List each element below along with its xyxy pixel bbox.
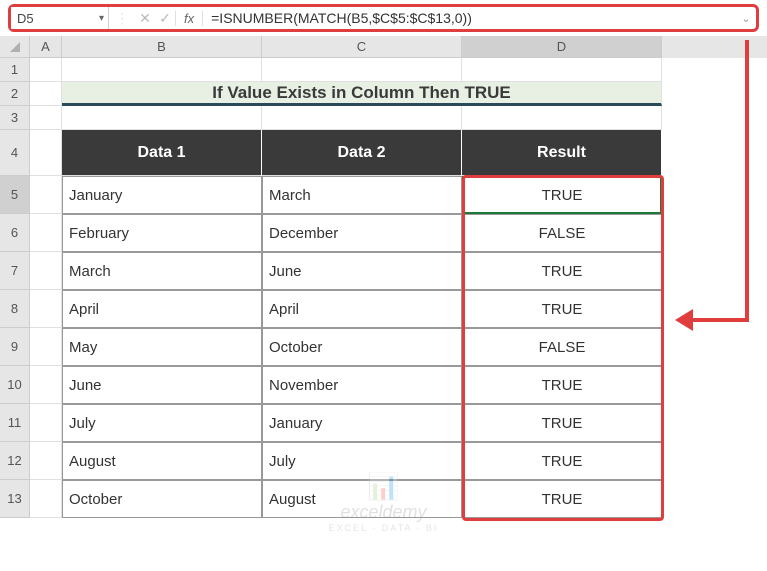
cell-C7[interactable]: June bbox=[262, 252, 462, 290]
row-header-1[interactable]: 1 bbox=[0, 58, 30, 82]
cell-D13[interactable]: TRUE bbox=[462, 480, 662, 518]
col-header-B[interactable]: B bbox=[62, 36, 262, 58]
cell-C1[interactable] bbox=[262, 58, 462, 82]
cell-C9[interactable]: October bbox=[262, 328, 462, 366]
cell-D11[interactable]: TRUE bbox=[462, 404, 662, 442]
cell-A4[interactable] bbox=[30, 130, 62, 176]
cell-D10[interactable]: TRUE bbox=[462, 366, 662, 404]
row-header-10[interactable]: 10 bbox=[0, 366, 30, 404]
cell-B12[interactable]: August bbox=[62, 442, 262, 480]
cell-C6[interactable]: December bbox=[262, 214, 462, 252]
cell-B13[interactable]: October bbox=[62, 480, 262, 518]
annotation-arrow-vertical bbox=[745, 40, 749, 320]
cell-B1[interactable] bbox=[62, 58, 262, 82]
cancel-icon[interactable]: ✕ bbox=[135, 10, 155, 27]
cell-D6[interactable]: FALSE bbox=[462, 214, 662, 252]
col-header-D[interactable]: D bbox=[462, 36, 662, 58]
fx-button[interactable]: fx bbox=[175, 11, 203, 26]
cell-D5[interactable]: TRUE bbox=[462, 176, 662, 214]
cell-D8[interactable]: TRUE bbox=[462, 290, 662, 328]
name-box[interactable]: D5 ▾ bbox=[11, 7, 109, 29]
cell-B3[interactable] bbox=[62, 106, 262, 130]
header-result[interactable]: Result bbox=[462, 130, 662, 176]
cell-A1[interactable] bbox=[30, 58, 62, 82]
row-header-13[interactable]: 13 bbox=[0, 480, 30, 518]
cell-A8[interactable] bbox=[30, 290, 62, 328]
header-data2[interactable]: Data 2 bbox=[262, 130, 462, 176]
row-header-9[interactable]: 9 bbox=[0, 328, 30, 366]
annotation-arrow-head-icon bbox=[675, 309, 693, 331]
cell-D7[interactable]: TRUE bbox=[462, 252, 662, 290]
cell-C11[interactable]: January bbox=[262, 404, 462, 442]
watermark-subtitle: EXCEL · DATA · BI bbox=[329, 523, 439, 533]
cell-B10[interactable]: June bbox=[62, 366, 262, 404]
col-header-A[interactable]: A bbox=[30, 36, 62, 58]
cell-C10[interactable]: November bbox=[262, 366, 462, 404]
header-data1[interactable]: Data 1 bbox=[62, 130, 262, 176]
annotation-arrow-horizontal bbox=[687, 318, 749, 322]
cell-B11[interactable]: July bbox=[62, 404, 262, 442]
formula-bar: D5 ▾ ⋮ ✕ ✓ fx =ISNUMBER(MATCH(B5,$C$5:$C… bbox=[8, 4, 759, 32]
row-header-8[interactable]: 8 bbox=[0, 290, 30, 328]
cell-C3[interactable] bbox=[262, 106, 462, 130]
formula-input[interactable]: =ISNUMBER(MATCH(B5,$C$5:$C$13,0)) bbox=[203, 10, 736, 26]
spreadsheet-grid: A B C D 1 2 3 4 5 6 7 8 9 10 11 12 13 bbox=[0, 36, 767, 518]
cell-A7[interactable] bbox=[30, 252, 62, 290]
cell-C13[interactable]: August bbox=[262, 480, 462, 518]
confirm-icon[interactable]: ✓ bbox=[155, 10, 175, 27]
name-box-value: D5 bbox=[17, 11, 34, 26]
cell-B8[interactable]: April bbox=[62, 290, 262, 328]
row-header-11[interactable]: 11 bbox=[0, 404, 30, 442]
cell-A10[interactable] bbox=[30, 366, 62, 404]
col-header-C[interactable]: C bbox=[262, 36, 462, 58]
cells-area: If Value Exists in Column Then TRUE Data… bbox=[30, 58, 767, 518]
row-header-3[interactable]: 3 bbox=[0, 106, 30, 130]
cell-A6[interactable] bbox=[30, 214, 62, 252]
formula-expand-icon[interactable]: ⌄ bbox=[736, 12, 756, 25]
cell-A13[interactable] bbox=[30, 480, 62, 518]
name-box-dropdown-icon[interactable]: ▾ bbox=[99, 13, 104, 24]
cell-A3[interactable] bbox=[30, 106, 62, 130]
row-header-4[interactable]: 4 bbox=[0, 130, 30, 176]
cell-D3[interactable] bbox=[462, 106, 662, 130]
row-header-6[interactable]: 6 bbox=[0, 214, 30, 252]
cell-A11[interactable] bbox=[30, 404, 62, 442]
cell-B5[interactable]: January bbox=[62, 176, 262, 214]
cell-B7[interactable]: March bbox=[62, 252, 262, 290]
cell-C8[interactable]: April bbox=[262, 290, 462, 328]
divider: ⋮ bbox=[109, 10, 135, 27]
cell-D1[interactable] bbox=[462, 58, 662, 82]
cell-D12[interactable]: TRUE bbox=[462, 442, 662, 480]
row-header-2[interactable]: 2 bbox=[0, 82, 30, 106]
cell-C5[interactable]: March bbox=[262, 176, 462, 214]
cell-A9[interactable] bbox=[30, 328, 62, 366]
cell-A12[interactable] bbox=[30, 442, 62, 480]
row-header-7[interactable]: 7 bbox=[0, 252, 30, 290]
title-cell[interactable]: If Value Exists in Column Then TRUE bbox=[62, 82, 662, 106]
cell-D9[interactable]: FALSE bbox=[462, 328, 662, 366]
cell-B6[interactable]: February bbox=[62, 214, 262, 252]
cell-A2[interactable] bbox=[30, 82, 62, 106]
row-header-12[interactable]: 12 bbox=[0, 442, 30, 480]
column-headers: A B C D bbox=[0, 36, 767, 58]
row-headers: 1 2 3 4 5 6 7 8 9 10 11 12 13 bbox=[0, 58, 30, 518]
cell-C12[interactable]: July bbox=[262, 442, 462, 480]
cell-B9[interactable]: May bbox=[62, 328, 262, 366]
row-header-5[interactable]: 5 bbox=[0, 176, 30, 214]
cell-A5[interactable] bbox=[30, 176, 62, 214]
select-all-corner[interactable] bbox=[0, 36, 30, 58]
